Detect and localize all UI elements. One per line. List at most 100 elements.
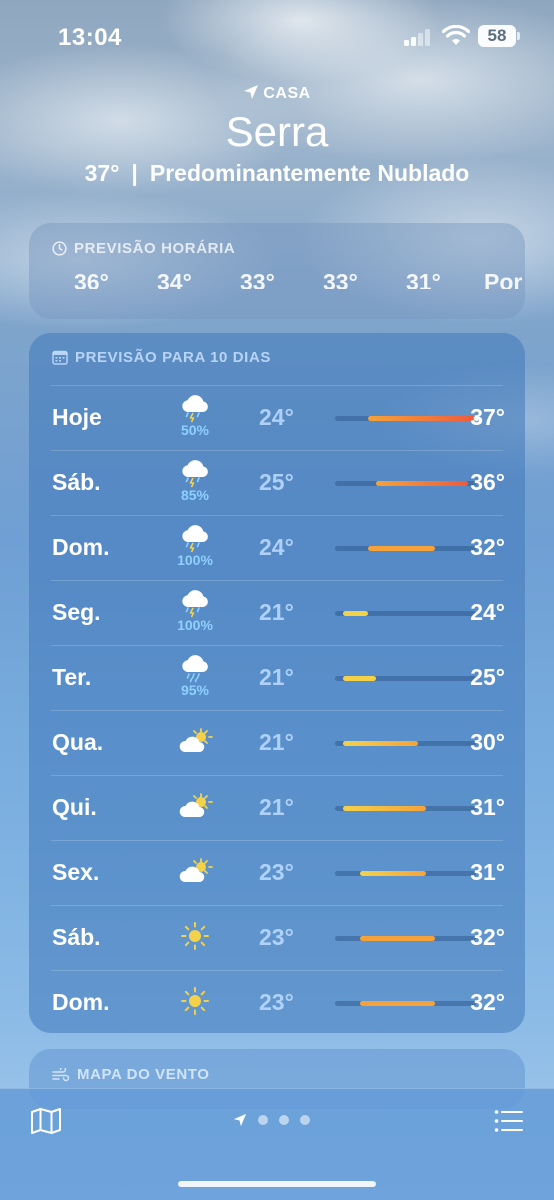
- day-row[interactable]: Ter. 95% 21° 25°: [51, 645, 505, 710]
- partly-cloudy-icon: [163, 791, 227, 843]
- row-divider: [51, 515, 503, 516]
- row-divider: [51, 840, 503, 841]
- calendar-icon: [52, 350, 68, 365]
- page-dot[interactable]: [258, 1115, 268, 1125]
- clock-icon: [52, 241, 67, 256]
- precip-chance: 100%: [177, 617, 213, 633]
- row-divider: [51, 775, 503, 776]
- day-row[interactable]: Sáb. 85% 25° 36°: [51, 450, 505, 515]
- low-temp: 21°: [259, 729, 294, 755]
- temp-range-bar: [335, 1001, 476, 1006]
- page-dot[interactable]: [300, 1115, 310, 1125]
- temp-range-fill: [376, 481, 468, 486]
- precip-chance: 100%: [177, 552, 213, 568]
- high-temp: 25°: [470, 664, 505, 690]
- hourly-temp: 33°: [323, 269, 358, 295]
- hourly-forecast-title: PREVISÃO HORÁRIA: [74, 240, 236, 257]
- high-temp: 36°: [470, 469, 505, 495]
- day-name: Dom.: [52, 534, 110, 560]
- low-temp: 21°: [259, 794, 294, 820]
- temp-range-bar: [335, 806, 476, 811]
- temp-range-fill: [343, 611, 369, 616]
- day-name: Sex.: [52, 859, 100, 885]
- temp-range-bar: [335, 936, 476, 941]
- row-divider: [51, 645, 503, 646]
- sun-icon: [163, 921, 227, 973]
- temp-range-fill: [343, 741, 418, 746]
- day-name: Qua.: [52, 729, 104, 755]
- current-condition: Predominantemente Nublado: [149, 160, 470, 186]
- cellular-signal-icon: [404, 28, 434, 46]
- high-temp: 31°: [470, 794, 505, 820]
- high-temp: 32°: [470, 924, 505, 950]
- low-temp: 23°: [259, 989, 294, 1015]
- ten-day-forecast-header: PREVISÃO PARA 10 DIAS: [52, 349, 271, 366]
- hourly-forecast-card[interactable]: PREVISÃO HORÁRIA 36° 34° 33° 33° 31° Por: [29, 223, 525, 319]
- day-row[interactable]: Sex. 23° 31°: [51, 840, 505, 905]
- day-row[interactable]: Seg. 100% 21° 24°: [51, 580, 505, 645]
- map-icon[interactable]: [30, 1107, 62, 1135]
- day-row[interactable]: Sáb. 23° 32°: [51, 905, 505, 973]
- thunderstorm-icon: 100%: [163, 523, 227, 575]
- hourly-label: Por: [484, 269, 523, 295]
- low-temp: 23°: [259, 924, 294, 950]
- hourly-temp: 33°: [240, 269, 275, 295]
- page-dot[interactable]: [279, 1115, 289, 1125]
- row-divider: [51, 450, 503, 451]
- status-time: 13:04: [58, 24, 122, 51]
- day-row[interactable]: Qua. 21° 30°: [51, 710, 505, 778]
- hourly-temp: 36°: [74, 269, 109, 295]
- temp-range-bar: [335, 611, 476, 616]
- status-bar: 13:04 58: [0, 22, 554, 52]
- day-name: Sáb.: [52, 924, 101, 950]
- temp-range-bar: [335, 546, 476, 551]
- temp-range-bar: [335, 741, 476, 746]
- low-temp: 21°: [259, 664, 294, 690]
- temp-range-bar: [335, 676, 476, 681]
- temp-range-fill: [359, 936, 435, 941]
- low-temp: 23°: [259, 859, 294, 885]
- city-name: Serra: [225, 108, 329, 155]
- current-temp: 37°: [84, 160, 120, 186]
- temp-range-fill: [359, 871, 427, 876]
- day-name: Ter.: [52, 664, 92, 690]
- low-temp: 24°: [259, 534, 294, 560]
- low-temp: 24°: [259, 404, 294, 430]
- high-temp: 30°: [470, 729, 505, 755]
- location-label: CASA: [0, 84, 554, 103]
- wind-map-header: MAPA DO VENTO: [52, 1066, 210, 1083]
- day-row[interactable]: Qui. 21° 31°: [51, 775, 505, 843]
- day-name: Dom.: [52, 989, 110, 1015]
- hourly-forecast-header: PREVISÃO HORÁRIA: [52, 240, 235, 257]
- home-indicator: [178, 1181, 376, 1187]
- day-row[interactable]: Dom. 100% 24° 32°: [51, 515, 505, 580]
- day-name: Sáb.: [52, 469, 101, 495]
- current-summary: 37° | Predominantemente Nublado: [0, 160, 554, 187]
- day-name: Hoje: [52, 404, 102, 430]
- partly-cloudy-icon: [163, 726, 227, 778]
- list-icon[interactable]: [494, 1109, 524, 1133]
- row-divider: [51, 905, 503, 906]
- wind-icon: [52, 1067, 70, 1081]
- temp-range-bar: [335, 415, 480, 422]
- bottom-toolbar: [0, 1088, 554, 1200]
- temp-range-fill: [359, 1001, 435, 1006]
- temp-range-bar: [335, 481, 476, 486]
- ten-day-forecast-card[interactable]: PREVISÃO PARA 10 DIAS Hoje 50% 24° 37° Sáb. 8…: [29, 333, 525, 1033]
- day-name: Seg.: [52, 599, 101, 625]
- location-arrow-icon: [233, 1113, 247, 1127]
- location-arrow-icon: [244, 85, 259, 99]
- row-divider: [51, 385, 503, 386]
- day-row[interactable]: Hoje 50% 24° 37°: [51, 385, 505, 450]
- high-temp: 31°: [470, 859, 505, 885]
- high-temp: 24°: [470, 599, 505, 625]
- precip-chance: 95%: [180, 682, 210, 698]
- temp-range-fill: [368, 416, 476, 421]
- temp-range-fill: [368, 546, 435, 551]
- page-indicator[interactable]: [233, 1113, 310, 1127]
- thunderstorm-icon: 85%: [163, 458, 227, 510]
- day-row[interactable]: Dom. 23° 32°: [51, 970, 505, 1035]
- temp-range-fill: [343, 806, 427, 811]
- day-name: Qui.: [52, 794, 97, 820]
- row-divider: [51, 580, 503, 581]
